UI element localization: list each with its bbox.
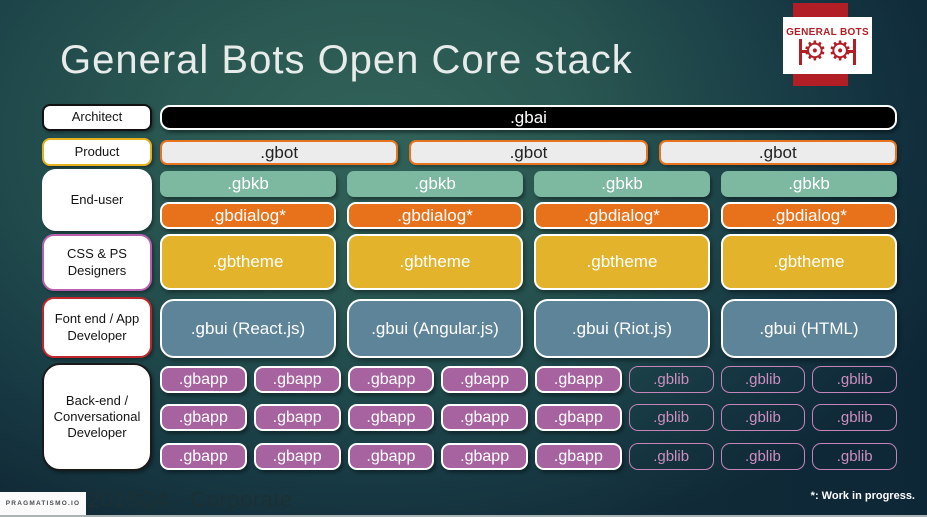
slide-caption: 2018Q4 - Corporate bbox=[88, 487, 293, 512]
logo-bar-icon bbox=[798, 38, 808, 65]
gbtheme-box: .gbtheme bbox=[160, 234, 336, 290]
gblib-box: .gblib bbox=[812, 404, 897, 431]
pragmatismo-logo: PRAGMATISMO.IO bbox=[0, 492, 86, 515]
gbapp-box: .gbapp bbox=[160, 404, 247, 431]
label-product: Product bbox=[42, 138, 152, 166]
gbapp-box: .gbapp bbox=[441, 443, 528, 470]
gbdialog-box: .gbdialog* bbox=[347, 202, 523, 229]
gbapp-box: .gbapp bbox=[253, 404, 341, 431]
gbkb-row: .gbkb .gbkb .gbkb .gbkb bbox=[160, 171, 897, 197]
gbui-row: .gbui (React.js) .gbui (Angular.js) .gbu… bbox=[160, 299, 897, 358]
gbapp-box: .gbapp bbox=[347, 404, 435, 431]
slide: GENERAL BOTS ⚙ ⚙ General Bots Open Core … bbox=[0, 0, 927, 517]
gbdialog-row: .gbdialog* .gbdialog* .gbdialog* .gbdial… bbox=[160, 202, 897, 229]
label-backend-conversational-developer: Back-end / Conversational Developer bbox=[42, 363, 152, 471]
gbapp-box: .gbapp bbox=[347, 443, 435, 470]
general-bots-logo: GENERAL BOTS ⚙ ⚙ bbox=[783, 17, 872, 74]
gbapp-box: .gbapp bbox=[441, 404, 528, 431]
gblib-box: .gblib bbox=[628, 443, 714, 470]
gbapp-box: .gbapp bbox=[160, 443, 247, 470]
gbai-bar: .gbai bbox=[160, 105, 897, 130]
gbot-box: .gbot bbox=[658, 140, 897, 165]
gbtheme-row: .gbtheme .gbtheme .gbtheme .gbtheme bbox=[160, 234, 897, 290]
gbapp-box: .gbapp bbox=[441, 366, 528, 393]
gbtheme-box: .gbtheme bbox=[534, 234, 710, 290]
gbui-box: .gbui (Riot.js) bbox=[534, 299, 710, 358]
gblib-box: .gblib bbox=[628, 404, 714, 431]
gbapp-box: .gbapp bbox=[160, 366, 247, 393]
gbkb-box: .gbkb bbox=[160, 171, 336, 197]
backend-row: .gbapp .gbapp .gbapp .gbapp .gbapp .gbli… bbox=[160, 404, 897, 431]
page-title: General Bots Open Core stack bbox=[60, 38, 633, 82]
label-frontend-app-developer: Font end / App Developer bbox=[42, 297, 152, 358]
gbui-box: .gbui (HTML) bbox=[721, 299, 897, 358]
label-end-user: End-user bbox=[42, 169, 152, 231]
gbapp-box: .gbapp bbox=[253, 443, 341, 470]
gbtheme-box: .gbtheme bbox=[347, 234, 523, 290]
gblib-box: .gblib bbox=[812, 366, 897, 393]
gbapp-box: .gbapp bbox=[347, 366, 435, 393]
gbapp-box: .gbapp bbox=[253, 366, 341, 393]
gbdialog-box: .gbdialog* bbox=[721, 202, 897, 229]
gbui-box: .gbui (React.js) bbox=[160, 299, 336, 358]
gblib-box: .gblib bbox=[628, 366, 714, 393]
gbdialog-box: .gbdialog* bbox=[160, 202, 336, 229]
label-css-ps-designers: CSS & PS Designers bbox=[42, 234, 152, 291]
gbkb-box: .gbkb bbox=[534, 171, 710, 197]
logo-gears: ⚙ ⚙ bbox=[798, 38, 857, 65]
gblib-box: .gblib bbox=[720, 404, 806, 431]
backend-row: .gbapp .gbapp .gbapp .gbapp .gbapp .gbli… bbox=[160, 366, 897, 393]
gblib-box: .gblib bbox=[812, 443, 897, 470]
gbot-box: .gbot bbox=[409, 140, 648, 165]
gbui-box: .gbui (Angular.js) bbox=[347, 299, 523, 358]
gbdialog-box: .gbdialog* bbox=[534, 202, 710, 229]
gblib-box: .gblib bbox=[720, 443, 806, 470]
gbapp-box: .gbapp bbox=[535, 366, 622, 393]
gbot-row: .gbot .gbot .gbot bbox=[160, 140, 897, 165]
gbkb-box: .gbkb bbox=[721, 171, 897, 197]
gblib-box: .gblib bbox=[720, 366, 806, 393]
label-architect: Architect bbox=[42, 104, 152, 131]
gbtheme-box: .gbtheme bbox=[721, 234, 897, 290]
backend-row: .gbapp .gbapp .gbapp .gbapp .gbapp .gbli… bbox=[160, 443, 897, 470]
logo-bar-icon bbox=[847, 38, 857, 65]
gbapp-box: .gbapp bbox=[535, 443, 622, 470]
work-in-progress-note: *: Work in progress. bbox=[810, 490, 915, 502]
gbot-box: .gbot bbox=[160, 140, 399, 165]
gbapp-box: .gbapp bbox=[535, 404, 622, 431]
gbkb-box: .gbkb bbox=[347, 171, 523, 197]
